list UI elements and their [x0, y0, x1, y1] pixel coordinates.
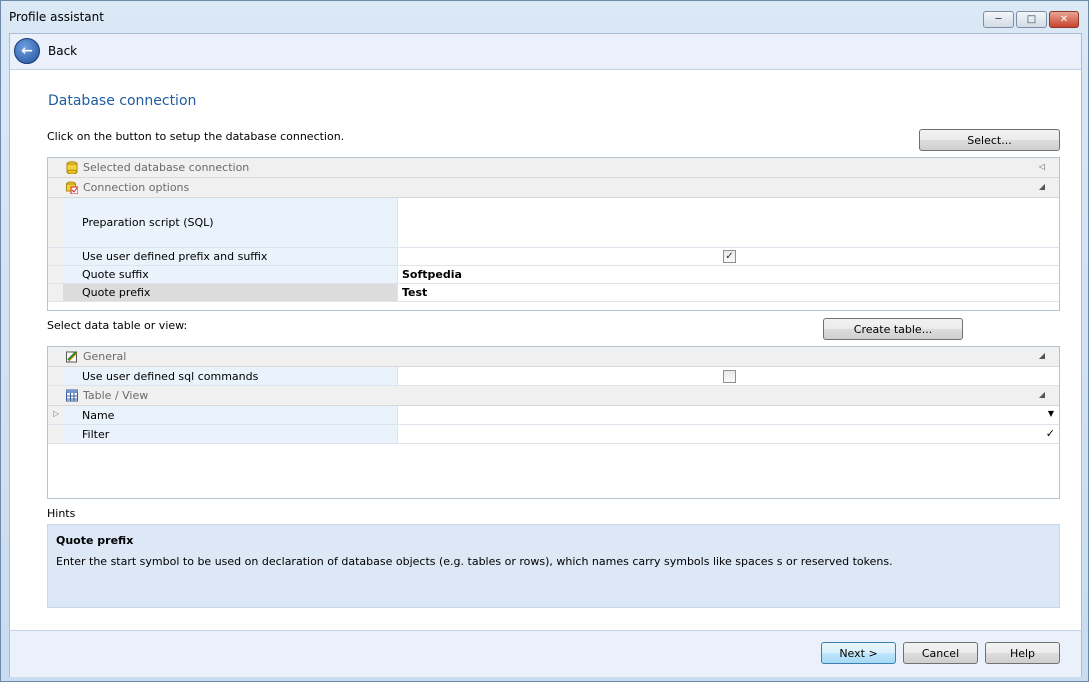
property-row-prefix-suffix[interactable]: Use user defined prefix and suffix ✓: [48, 248, 1059, 266]
hint-text: Enter the start symbol to be used on dec…: [56, 555, 893, 568]
back-bar: ← Back: [10, 34, 1081, 70]
close-button[interactable]: ✕: [1049, 11, 1079, 28]
table-property-grid: General ◢ Use user defined sql commands …: [47, 346, 1060, 499]
property-row-name[interactable]: ▷ Name ▼: [48, 406, 1059, 425]
database-icon: [66, 161, 78, 174]
prefix-suffix-checkbox[interactable]: ✓: [723, 250, 736, 263]
group-label: Table / View: [83, 389, 149, 402]
hint-title: Quote prefix: [56, 534, 134, 547]
group-label: Connection options: [83, 181, 190, 194]
maximize-icon: □: [1026, 14, 1037, 25]
property-name: Filter: [63, 425, 398, 443]
property-row-quote-suffix[interactable]: Quote suffix Softpedia: [48, 266, 1059, 284]
footer-bar: Next > Cancel Help: [10, 630, 1081, 677]
expand-triangle-icon[interactable]: ◢: [1039, 182, 1045, 191]
dropdown-arrow-icon[interactable]: ▼: [1048, 409, 1054, 418]
property-name: Use user defined sql commands: [63, 367, 398, 385]
arrow-left-icon: ←: [21, 43, 33, 59]
maximize-button[interactable]: □: [1016, 11, 1047, 28]
collapse-left-icon[interactable]: ◁: [1039, 162, 1045, 171]
hints-panel: Quote prefix Enter the start symbol to b…: [47, 524, 1060, 608]
property-row-quote-prefix[interactable]: Quote prefix Test: [48, 284, 1059, 302]
next-button[interactable]: Next >: [821, 642, 896, 664]
back-label[interactable]: Back: [48, 44, 77, 58]
minimize-button[interactable]: ─: [983, 11, 1014, 28]
check-icon[interactable]: ✓: [1046, 427, 1055, 440]
property-name: Quote suffix: [63, 266, 398, 283]
database-options-icon: [66, 181, 78, 194]
profile-assistant-window: Profile assistant ─ □ ✕ ← Back Database …: [0, 0, 1089, 682]
help-button[interactable]: Help: [985, 642, 1060, 664]
property-name: Preparation script (SQL): [63, 198, 398, 247]
prep-script-value[interactable]: [398, 198, 1059, 247]
property-row-sql-commands[interactable]: Use user defined sql commands: [48, 367, 1059, 386]
property-name: Use user defined prefix and suffix: [63, 248, 398, 265]
group-label: General: [83, 350, 127, 363]
title-bar: Profile assistant ─ □ ✕: [1, 1, 1088, 33]
window-title: Profile assistant: [9, 10, 104, 24]
page-title: Database connection: [48, 93, 197, 109]
filter-value[interactable]: [398, 425, 1059, 443]
table-icon: [66, 389, 78, 402]
edit-pencil-icon: [66, 351, 78, 363]
group-label: Selected database connection: [83, 161, 250, 174]
property-name: Quote prefix: [63, 284, 398, 301]
connection-property-grid: Selected database connection ◁ Connectio…: [47, 157, 1060, 311]
connection-instruction: Click on the button to setup the databas…: [47, 130, 345, 143]
property-name: Name: [63, 406, 398, 424]
wizard-body: ← Back Database connection Click on the …: [9, 33, 1082, 677]
hints-label: Hints: [47, 507, 76, 520]
sql-commands-checkbox[interactable]: [723, 370, 736, 383]
group-table-view[interactable]: Table / View ◢: [48, 386, 1059, 406]
back-button[interactable]: ←: [14, 38, 40, 64]
property-row-prep-script[interactable]: Preparation script (SQL): [48, 198, 1059, 248]
create-table-button[interactable]: Create table...: [823, 318, 963, 340]
name-dropdown[interactable]: [398, 406, 1059, 424]
cancel-button[interactable]: Cancel: [903, 642, 978, 664]
property-row-filter[interactable]: Filter ✓: [48, 425, 1059, 444]
expand-triangle-icon[interactable]: ◢: [1039, 351, 1045, 360]
quote-suffix-value[interactable]: Softpedia: [398, 266, 1059, 283]
close-icon: ✕: [1059, 14, 1069, 25]
minimize-icon: ─: [995, 14, 1002, 25]
expand-triangle-icon[interactable]: ◢: [1039, 390, 1045, 399]
group-selected-connection[interactable]: Selected database connection ◁: [48, 158, 1059, 178]
table-instruction: Select data table or view:: [47, 319, 188, 332]
quote-prefix-value[interactable]: Test: [398, 284, 1059, 301]
expand-right-icon[interactable]: ▷: [53, 409, 59, 418]
select-button[interactable]: Select...: [919, 129, 1060, 151]
group-general[interactable]: General ◢: [48, 347, 1059, 367]
group-connection-options[interactable]: Connection options ◢: [48, 178, 1059, 198]
